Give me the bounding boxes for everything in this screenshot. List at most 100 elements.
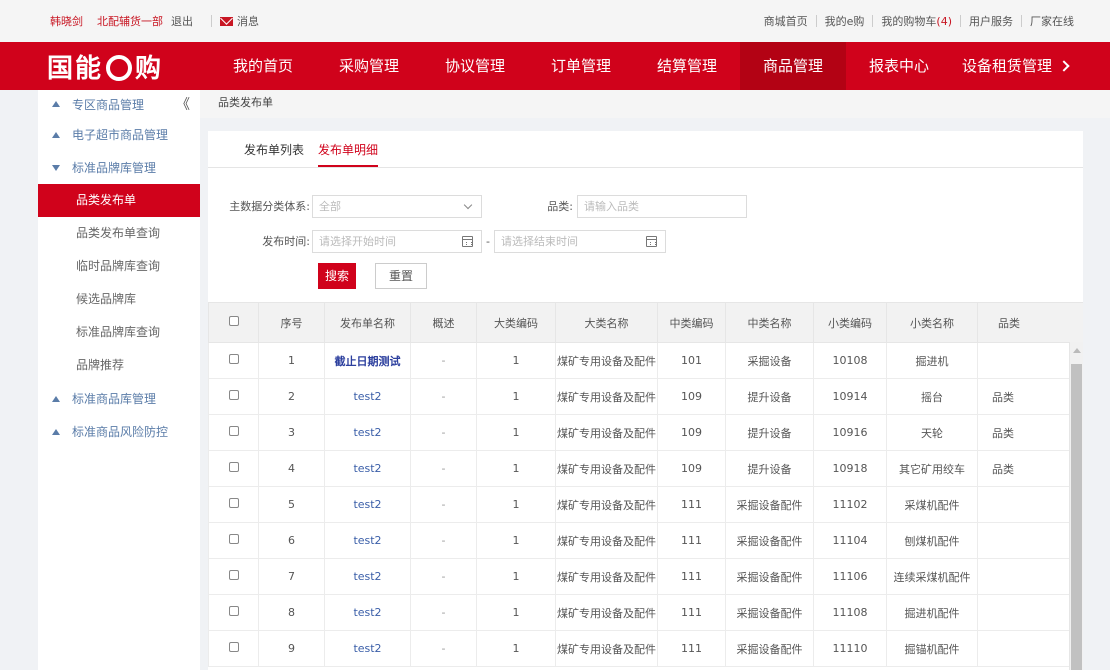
cell-release-name[interactable]: 截止日期测试 [324, 342, 411, 379]
reset-button[interactable]: 重置 [375, 263, 427, 289]
cell-mid-code: 111 [657, 558, 726, 595]
row-checkbox[interactable] [228, 642, 239, 652]
sidebar-group-risk-control[interactable]: 标准商品风险防控 [38, 415, 200, 448]
row-checkbox[interactable] [228, 390, 239, 400]
tab-release-detail[interactable]: 发布单明细 [318, 141, 379, 167]
sidebar-item-category-release[interactable]: 品类发布单 [38, 184, 200, 217]
category-placeholder: 请输入品类 [584, 200, 639, 213]
calendar-icon[interactable] [462, 235, 473, 247]
divider [872, 15, 874, 27]
cell-summary: - [410, 414, 477, 451]
sidebar-group-standard-product[interactable]: 标准商品库管理 [38, 382, 200, 415]
user-service-link[interactable]: 用户服务 [969, 13, 1013, 29]
username-link[interactable]: 韩晓剑 [50, 13, 83, 29]
cell-release-name[interactable]: test2 [324, 630, 411, 667]
table-scrollbar[interactable] [1069, 342, 1083, 670]
table-row[interactable]: 7 test2-1 煤矿专用设备及配件 111 采掘设备配件 11106 连续采煤机配件 [208, 558, 1083, 595]
cell-major-code: 1 [476, 630, 556, 667]
end-date-input[interactable]: 请选择结束时间 [493, 229, 666, 253]
cell-major-name: 煤矿专用设备及配件 [555, 558, 658, 595]
cell-release-name[interactable]: test2 [324, 558, 411, 595]
table-row[interactable]: 9 test2-1 煤矿专用设备及配件 111 采掘设备配件 11110 掘锚机配件 [208, 630, 1083, 667]
row-checkbox[interactable] [228, 462, 239, 472]
logout-link[interactable]: 退出 [171, 13, 193, 29]
nav-settlement[interactable]: 结算管理 [634, 42, 740, 90]
sidebar-item-temp-brand-query[interactable]: 临时品牌库查询 [38, 250, 200, 283]
scrollbar-thumb[interactable] [1071, 364, 1082, 670]
cart-link[interactable]: 我的购物车(4) [881, 13, 952, 29]
table-row[interactable]: 2 test2-1 煤矿专用设备及配件 109 提升设备 10914 摇台 品类 [208, 378, 1083, 415]
sidebar-item-standard-brand-query[interactable]: 标准品牌库查询 [38, 316, 200, 349]
cell-index: 6 [258, 522, 325, 559]
cell-minor-code: 10918 [813, 450, 887, 487]
row-checkbox[interactable] [228, 570, 239, 580]
messages-link[interactable]: 消息 [220, 13, 259, 29]
my-ego-link[interactable]: 我的e购 [825, 13, 865, 29]
end-date-placeholder: 请选择结束时间 [500, 235, 578, 248]
nav-equipment-rental[interactable]: 设备租赁管理 [952, 42, 1082, 90]
column-header: 序号 [258, 302, 325, 343]
row-checkbox[interactable] [228, 606, 239, 616]
select-all-checkbox[interactable] [228, 316, 239, 326]
divider [1021, 15, 1022, 27]
cell-minor-name: 采煤机配件 [886, 486, 978, 523]
column-header: 大类名称 [555, 302, 658, 343]
cell-release-name[interactable]: test2 [324, 378, 411, 415]
cell-release-name[interactable]: test2 [324, 522, 411, 559]
mall-home-link[interactable]: 商城首页 [764, 13, 808, 29]
cell-major-name: 煤矿专用设备及配件 [555, 522, 658, 559]
cart-count-badge: (4) [936, 15, 952, 28]
department-link[interactable]: 北配辅货一部 [97, 13, 163, 29]
table-row[interactable]: 5 test2-1 煤矿专用设备及配件 111 采掘设备配件 11102 采煤机配件 [208, 486, 1083, 523]
cell-release-name[interactable]: test2 [324, 450, 411, 487]
column-header: 发布单名称 [324, 302, 411, 343]
logo-text-post: 购 [135, 53, 164, 84]
cell-release-name[interactable]: test2 [324, 486, 411, 523]
cell-index: 8 [258, 594, 325, 631]
sidebar-item-category-release-query[interactable]: 品类发布单查询 [38, 217, 200, 250]
data-table: 序号 发布单名称 概述 大类编码 大类名称 中类编码 中类名称 小类编码 小类名… [208, 302, 1083, 667]
nav-products[interactable]: 商品管理 [740, 42, 846, 90]
row-checkbox[interactable] [228, 534, 239, 544]
sidebar-group-zone-products[interactable]: 专区商品管理 《 [38, 90, 200, 118]
row-checkbox[interactable] [228, 498, 239, 508]
sidebar-group-supermarket[interactable]: 电子超市商品管理 [38, 118, 200, 151]
logo-text-pre: 国能 [46, 53, 103, 84]
sidebar-item-candidate-brand[interactable]: 候选品牌库 [38, 283, 200, 316]
main-content: 发布单列表 发布单明细 主数据分类体系: 全部 品类: 请输入品类 发布时间: … [208, 131, 1083, 670]
cell-major-code: 1 [476, 342, 556, 379]
cell-release-name[interactable]: test2 [324, 594, 411, 631]
logo[interactable]: 国能 购 [0, 42, 210, 90]
cell-minor-code: 10108 [813, 342, 887, 379]
row-checkbox[interactable] [228, 354, 239, 364]
double-chevron-left-icon[interactable]: 《 [176, 94, 190, 114]
cell-major-name: 煤矿专用设备及配件 [555, 450, 658, 487]
row-checkbox[interactable] [228, 426, 239, 436]
classification-select[interactable]: 全部 [312, 194, 482, 218]
start-date-input[interactable]: 请选择开始时间 [312, 229, 482, 253]
table-row[interactable]: 8 test2-1 煤矿专用设备及配件 111 采掘设备配件 11108 掘进机配件 [208, 594, 1083, 631]
sidebar-group-standard-brand[interactable]: 标准品牌库管理 [38, 151, 200, 184]
nav-procurement[interactable]: 采购管理 [316, 42, 422, 90]
table-row[interactable]: 3 test2-1 煤矿专用设备及配件 109 提升设备 10916 天轮 品类 [208, 414, 1083, 451]
nav-reports[interactable]: 报表中心 [846, 42, 952, 90]
tab-bar: 发布单列表 发布单明细 [208, 131, 1083, 168]
nav-orders[interactable]: 订单管理 [528, 42, 634, 90]
tab-release-list[interactable]: 发布单列表 [244, 141, 304, 167]
cell-release-name[interactable]: test2 [324, 414, 411, 451]
search-button[interactable]: 搜索 [318, 263, 356, 289]
calendar-icon[interactable] [645, 235, 657, 247]
table-row[interactable]: 6 test2-1 煤矿专用设备及配件 111 采掘设备配件 11104 刨煤机配件 [208, 522, 1083, 559]
breadcrumb: 品类发布单 [200, 90, 1110, 118]
messages-label: 消息 [237, 15, 259, 28]
scroll-up-arrow-icon[interactable] [1073, 348, 1081, 353]
sidebar-item-brand-recommend[interactable]: 品牌推荐 [38, 349, 200, 382]
nav-agreement[interactable]: 协议管理 [422, 42, 528, 90]
vendor-online-link[interactable]: 厂家在线 [1030, 13, 1074, 29]
table-row[interactable]: 1 截止日期测试 -1 煤矿专用设备及配件 101 采掘设备 10108 掘进机 [208, 342, 1083, 379]
divider [960, 15, 961, 27]
nav-home[interactable]: 我的首页 [210, 42, 316, 90]
table-row[interactable]: 4 test2-1 煤矿专用设备及配件 109 提升设备 10918 其它矿用绞车 品类 [208, 450, 1083, 487]
category-input[interactable]: 请输入品类 [577, 194, 747, 218]
cell-summary: - [410, 342, 477, 379]
